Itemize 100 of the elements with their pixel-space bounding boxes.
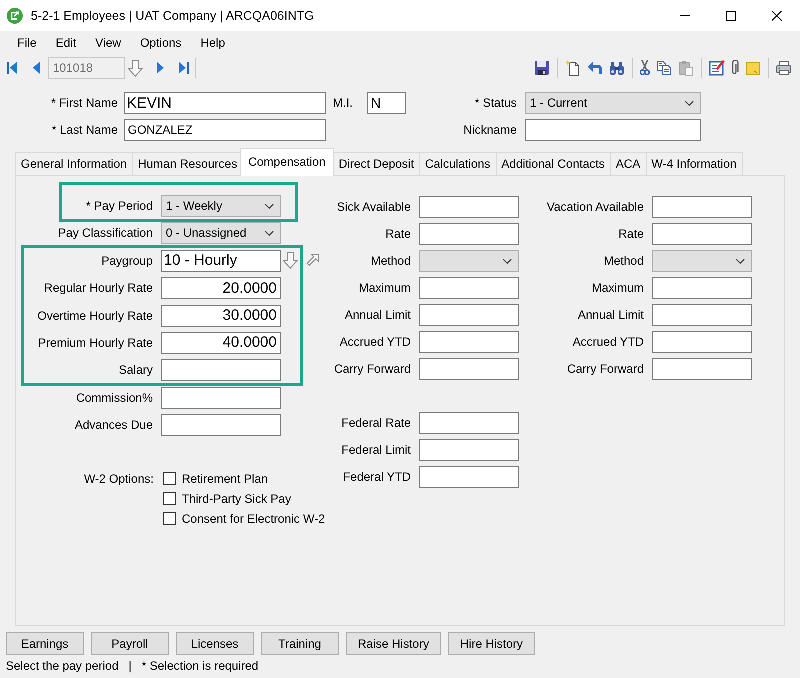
- dropdown[interactable]: 1 - Current: [525, 92, 701, 114]
- action-button[interactable]: Training: [261, 632, 339, 655]
- edit-form-icon[interactable]: [709, 60, 725, 76]
- down-arrow-icon[interactable]: [128, 60, 143, 76]
- input-field[interactable]: [419, 439, 519, 461]
- field-label: * Last Name: [50, 123, 118, 137]
- chevron-down-icon: [265, 204, 274, 208]
- input-field[interactable]: [419, 412, 519, 434]
- previous-arrow-icon[interactable]: [33, 62, 40, 74]
- checkbox[interactable]: [163, 492, 176, 506]
- input-field[interactable]: [419, 466, 519, 488]
- record-field[interactable]: 101018: [48, 57, 125, 79]
- input-field[interactable]: [161, 359, 281, 382]
- field-label: Nickname: [462, 123, 517, 137]
- field-label: * First Name: [50, 96, 118, 110]
- menu-item[interactable]: View: [86, 34, 131, 52]
- menu-item[interactable]: Edit: [46, 34, 86, 52]
- copy-icon[interactable]: [656, 60, 672, 76]
- binoculars-icon[interactable]: [609, 60, 625, 76]
- input-field[interactable]: [652, 331, 752, 353]
- field-label: Sick Available: [336, 200, 411, 214]
- last-arrow-icon[interactable]: [179, 61, 189, 75]
- input-field[interactable]: 30.0000: [161, 304, 281, 327]
- menu-item[interactable]: Help: [191, 34, 235, 52]
- dropdown[interactable]: 1 - Weekly: [161, 195, 281, 217]
- field-label: Accrued YTD: [338, 335, 411, 349]
- field-label: Accrued YTD: [572, 335, 644, 349]
- input-field[interactable]: [419, 223, 519, 245]
- field-label: Pay Classification: [58, 226, 153, 240]
- input-field[interactable]: [652, 277, 752, 299]
- tab[interactable]: Compensation: [240, 148, 334, 176]
- field-label: Maximum: [358, 281, 411, 295]
- action-button[interactable]: Licenses: [176, 632, 254, 655]
- input-field[interactable]: [652, 358, 752, 380]
- action-button[interactable]: Raise History: [346, 632, 442, 655]
- input-field[interactable]: GONZALEZ: [124, 119, 326, 141]
- input-field[interactable]: [161, 386, 281, 409]
- maximize-icon: [726, 10, 736, 20]
- field-label: Premium Hourly Rate: [38, 336, 153, 350]
- action-button[interactable]: Payroll: [91, 632, 169, 655]
- scissors-icon[interactable]: [640, 60, 650, 76]
- input-field[interactable]: [419, 277, 519, 299]
- input-field[interactable]: [652, 196, 752, 218]
- input-field[interactable]: N: [367, 92, 406, 114]
- input-field[interactable]: [419, 358, 519, 380]
- field-label: Rate: [618, 227, 644, 241]
- window-title: 5-2-1 Employees | UAT Company | ARCQA06INTG: [31, 8, 314, 22]
- field-label: Annual Limit: [576, 308, 644, 322]
- field-label: Carry Forward: [333, 362, 411, 376]
- field-label: Carry Forward: [566, 362, 644, 376]
- menu-item[interactable]: File: [8, 34, 46, 52]
- field-label: Vacation Available: [546, 200, 644, 214]
- input-field[interactable]: [652, 304, 752, 326]
- input-field[interactable]: [419, 331, 519, 353]
- menu-item[interactable]: Options: [130, 34, 192, 52]
- checkbox-label[interactable]: Consent for Electronic W-2: [182, 512, 326, 526]
- field-label: Paygroup: [102, 254, 153, 268]
- field-label: Maximum: [590, 281, 644, 295]
- checkbox[interactable]: [163, 472, 176, 486]
- input-field[interactable]: 20.0000: [161, 277, 281, 300]
- field-label: M.I.: [333, 96, 354, 110]
- status-hint: * Selection is required: [142, 659, 259, 673]
- action-button[interactable]: Earnings: [6, 632, 84, 655]
- input-field[interactable]: 10 - Hourly: [161, 250, 281, 272]
- tab[interactable]: W-4 Information: [646, 152, 743, 175]
- paperclip-icon[interactable]: [731, 60, 739, 76]
- new-document-icon[interactable]: [565, 60, 581, 76]
- next-arrow-icon[interactable]: [157, 62, 164, 74]
- checkbox[interactable]: [163, 512, 176, 526]
- input-field[interactable]: [525, 119, 701, 141]
- field-label: Method: [370, 254, 411, 268]
- field-label: * Pay Period: [86, 199, 153, 213]
- printer-icon[interactable]: [776, 60, 792, 76]
- field-label: Method: [602, 254, 644, 268]
- input-field[interactable]: [419, 304, 519, 326]
- field-label: Overtime Hourly Rate: [38, 308, 153, 323]
- status-message: Select the pay period: [6, 659, 119, 673]
- input-field[interactable]: 40.0000: [161, 332, 281, 354]
- down-arrow-icon[interactable]: [283, 252, 298, 270]
- first-arrow-icon[interactable]: [7, 61, 17, 75]
- checkbox-label[interactable]: Retirement Plan: [182, 472, 268, 486]
- input-field[interactable]: [161, 414, 281, 436]
- input-field[interactable]: [419, 196, 519, 218]
- field-label: Federal Limit: [340, 443, 411, 457]
- input-field[interactable]: KEVIN: [124, 92, 326, 114]
- chevron-down-icon: [503, 258, 512, 264]
- undo-arrow-icon[interactable]: [587, 60, 603, 76]
- field-label: Federal Rate: [340, 416, 411, 430]
- field-label: Annual Limit: [344, 308, 411, 322]
- input-field[interactable]: [652, 223, 752, 245]
- field-label: Regular Hourly Rate: [44, 281, 153, 296]
- save-icon[interactable]: [534, 60, 550, 76]
- action-button[interactable]: Hire History: [448, 632, 536, 655]
- checkbox-label[interactable]: Third-Party Sick Pay: [182, 492, 292, 506]
- tab[interactable]: General Information: [15, 152, 134, 175]
- diagonal-arrow-icon[interactable]: [306, 254, 319, 268]
- close-icon: [772, 10, 782, 20]
- chevron-down-icon: [736, 258, 745, 264]
- dropdown[interactable]: 0 - Unassigned: [161, 222, 281, 244]
- field-label: Rate: [384, 227, 411, 241]
